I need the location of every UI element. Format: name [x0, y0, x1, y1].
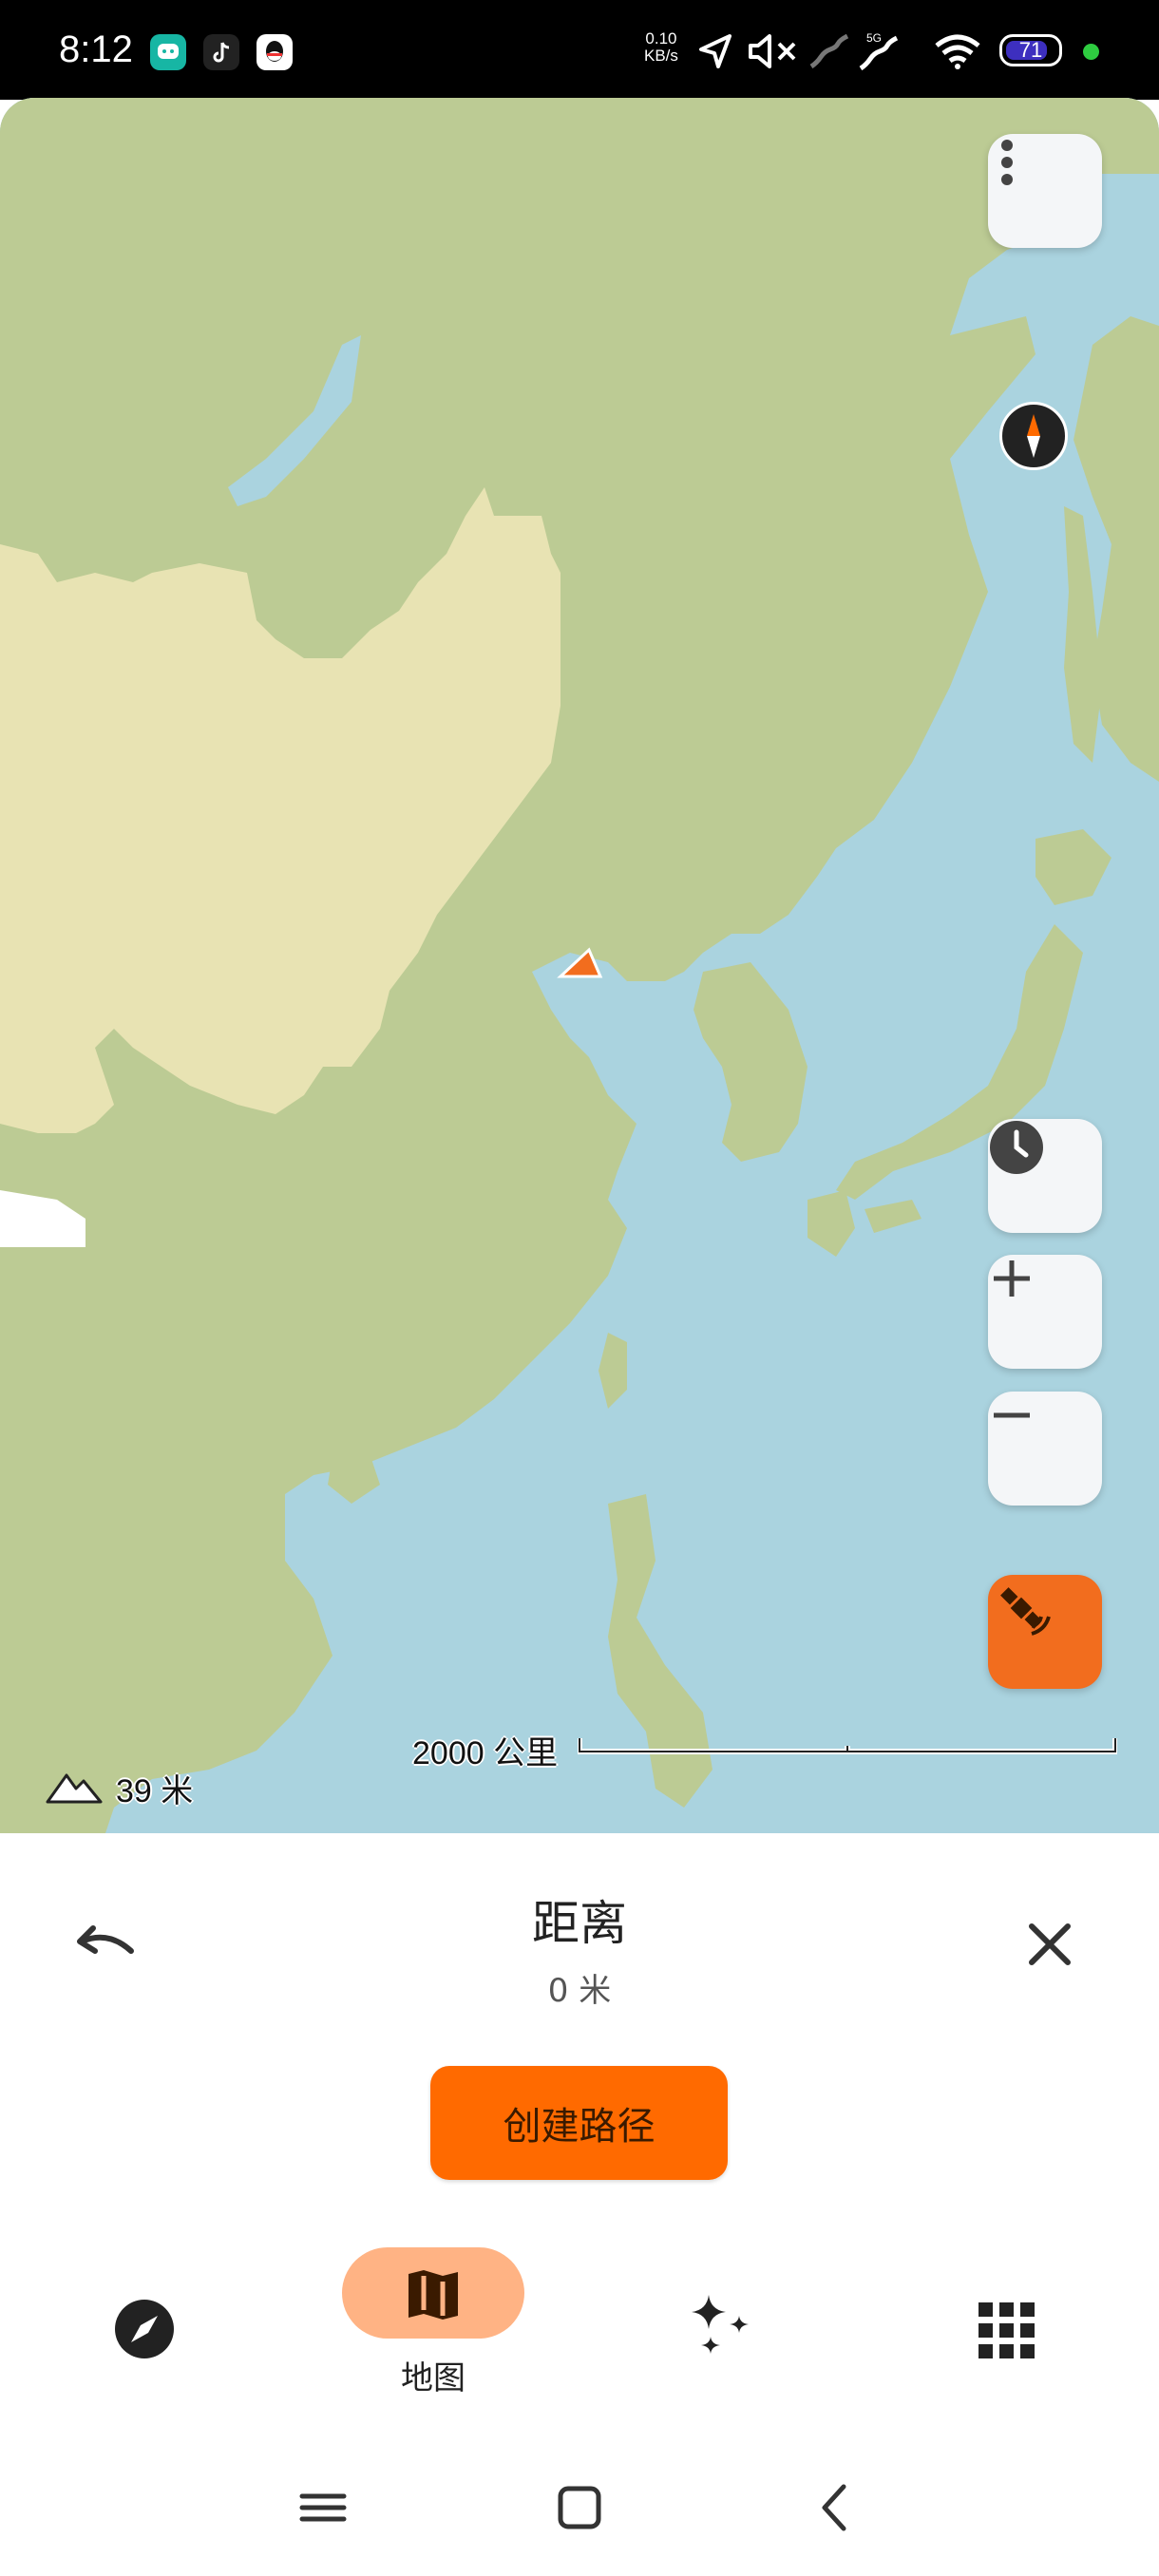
nav-tab-map-label: 地图 [401, 2359, 466, 2397]
gps-location-button[interactable] [988, 1575, 1102, 1689]
battery-icon: 71 [999, 34, 1062, 66]
more-options-button[interactable] [988, 134, 1102, 248]
close-icon [1029, 1923, 1071, 1965]
elevation-indicator: 39 米 [46, 1767, 193, 1809]
network-speed-unit: KB/s [644, 47, 678, 65]
grid-icon [978, 2302, 1035, 2358]
create-route-button[interactable]: 创建路径 [430, 2066, 728, 2180]
system-home-button[interactable] [553, 2470, 606, 2546]
network-speed: 0.10 KB/s [644, 30, 678, 65]
wifi-icon [935, 34, 980, 69]
plus-icon [994, 1260, 1030, 1297]
more-vertical-icon [1001, 140, 1013, 185]
system-menu-button[interactable] [296, 2470, 350, 2546]
tiktok-icon [203, 34, 239, 70]
elevation-value: 39 米 [116, 1772, 194, 1809]
zoom-in-button[interactable] [988, 1255, 1102, 1369]
mute-icon [749, 34, 796, 68]
scale-label: 2000 公里 [412, 1735, 559, 1771]
clock-icon [990, 1121, 1043, 1174]
mountain-icon [46, 1773, 103, 1804]
sparkles-icon [692, 2295, 749, 2354]
system-back-button[interactable] [808, 2470, 861, 2546]
status-bar: 8:12 0.10 KB/s 5G 71 [0, 0, 1159, 100]
map-canvas[interactable] [0, 98, 1159, 1836]
home-square-icon [558, 2486, 601, 2529]
navigation-compass-icon [115, 2300, 174, 2358]
privacy-indicator-dot [1083, 44, 1099, 60]
network-speed-value: 0.10 [645, 29, 677, 47]
nav-tab-sparkles[interactable] [684, 2289, 760, 2365]
battery-percentage: 71 [1018, 38, 1043, 62]
nav-tab-navigation[interactable] [106, 2291, 182, 2367]
qq-icon [256, 34, 293, 70]
close-button[interactable] [1016, 1911, 1083, 1978]
satellite-icon [1000, 1587, 1051, 1636]
status-time: 8:12 [59, 28, 133, 70]
distance-value: 0 米 [547, 1972, 612, 2010]
map-icon [408, 2270, 458, 2320]
location-arrow-icon [699, 34, 732, 68]
scale-bar [578, 1738, 1117, 1754]
back-chevron-icon [822, 2484, 846, 2531]
map-view[interactable] [0, 98, 1159, 1836]
sheet-title: 距离 [532, 1896, 627, 1951]
chat-app-icon [150, 34, 186, 70]
menu-icon [299, 2493, 347, 2522]
signal-icon [809, 34, 849, 69]
history-button[interactable] [988, 1119, 1102, 1233]
zoom-out-button[interactable] [988, 1392, 1102, 1506]
svg-text:5G: 5G [866, 31, 882, 45]
nav-tab-more[interactable] [973, 2297, 1039, 2363]
minus-icon [994, 1412, 1030, 1418]
compass-icon [1027, 414, 1040, 458]
signal-5g-icon: 5G [859, 31, 899, 71]
compass-button[interactable] [999, 402, 1068, 470]
